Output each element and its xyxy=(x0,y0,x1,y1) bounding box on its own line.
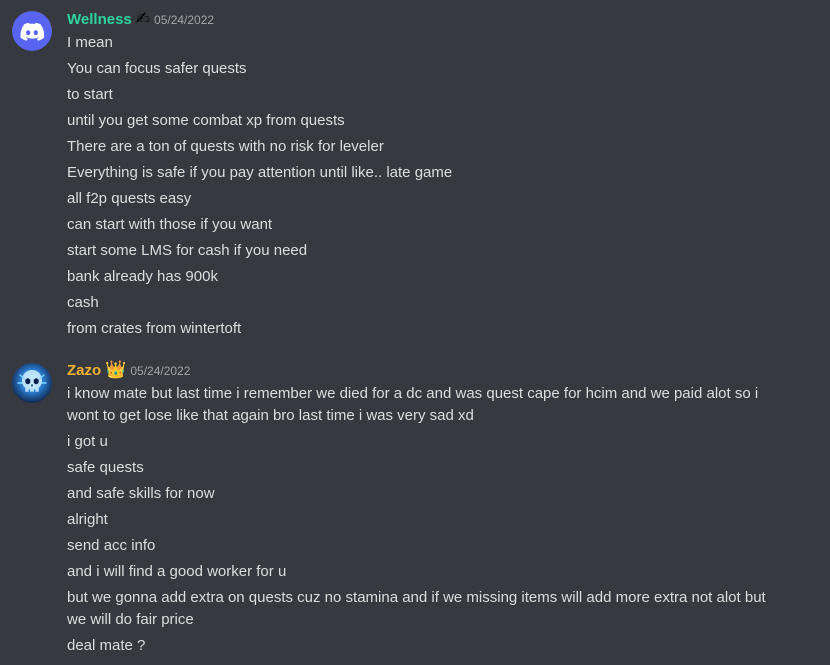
message-text: Everything is safe if you pay attention … xyxy=(67,164,453,181)
message-text: You can focus safer quests xyxy=(67,60,247,77)
message-text: cash xyxy=(67,294,99,311)
writing-hand-icon: ✍ xyxy=(135,9,151,28)
message-text: can start with those if you want xyxy=(67,216,273,233)
message-text: start some LMS for cash if you need xyxy=(67,242,308,259)
crown-icon: 👑 xyxy=(105,360,127,379)
message-header: Wellness ✍ 05/24/2022 xyxy=(67,10,214,30)
timestamp: 05/24/2022 xyxy=(130,364,191,378)
avatar[interactable] xyxy=(12,363,52,403)
discord-logo-icon xyxy=(12,11,52,51)
chat-messages: Wellness ✍ 05/24/2022 I mean You can foc… xyxy=(0,0,830,665)
message-text: until you get some combat xp from quests xyxy=(67,112,345,129)
message-text: i know mate but last time i remember we … xyxy=(67,385,759,424)
message-text: alright xyxy=(67,511,108,528)
message-text: but we gonna add extra on quests cuz no … xyxy=(67,589,766,628)
message-text: all f2p quests easy xyxy=(67,190,192,207)
message-text: safe quests xyxy=(67,459,144,476)
message-text: to start xyxy=(67,86,113,103)
message-text: and i will find a good worker for u xyxy=(67,563,287,580)
message-text: I mean xyxy=(67,34,113,51)
message-text: i got u xyxy=(67,433,108,450)
message-text: from crates from wintertoft xyxy=(67,320,242,337)
username[interactable]: Wellness xyxy=(67,11,132,28)
message-text: send acc info xyxy=(67,537,156,554)
timestamp: 05/24/2022 xyxy=(154,13,215,27)
message-text: and safe skills for now xyxy=(67,485,215,502)
message-text: There are a ton of quests with no risk f… xyxy=(67,138,384,155)
message-text: bank already has 900k xyxy=(67,268,218,285)
username[interactable]: Zazo xyxy=(67,362,101,379)
message-header: Zazo 👑 05/24/2022 xyxy=(67,361,190,381)
blue-skull-avatar-icon xyxy=(12,363,52,403)
avatar[interactable] xyxy=(12,11,52,51)
message-text: deal mate ? xyxy=(67,637,146,654)
